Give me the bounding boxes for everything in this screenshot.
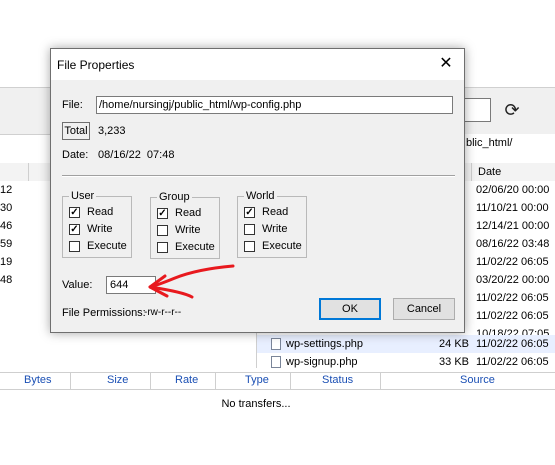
annotation-arrow-icon: [148, 264, 235, 299]
